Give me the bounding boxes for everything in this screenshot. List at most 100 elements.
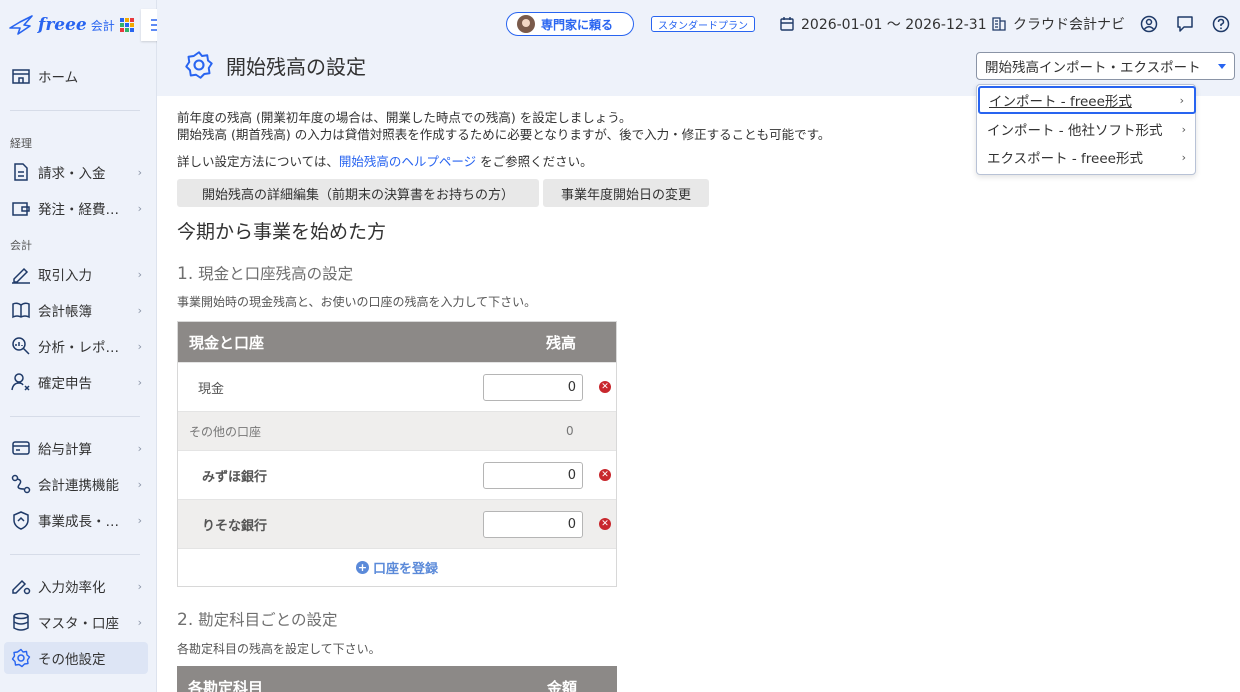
chevron-right-icon: › xyxy=(137,579,142,593)
detail-edit-button[interactable]: 開始残高の詳細編集（前期末の決算書をお持ちの方） xyxy=(177,179,539,207)
menu-item-export-freee[interactable]: エクスポート - freee形式 › xyxy=(978,143,1196,171)
menu-item-import-freee[interactable]: インポート - freee形式 › xyxy=(978,86,1196,114)
col-amount: 金額 xyxy=(547,679,578,692)
intro-line-2: 開始残高 (期首残高) の入力は貸借対照表を作成するために必要となりますが、後で… xyxy=(177,127,831,142)
chevron-right-icon: › xyxy=(137,375,142,389)
sidebar-item-other-settings[interactable]: その他設定 xyxy=(4,642,148,674)
chevron-right-icon: › xyxy=(137,441,142,455)
freee-logo[interactable]: freee 会計 xyxy=(8,10,134,40)
import-export-select-label: 開始残高インポート・エクスポート xyxy=(985,60,1201,76)
logo-dot xyxy=(124,23,129,27)
sidebar-divider xyxy=(10,554,140,555)
import-export-menu: インポート - freee形式 › インポート - 他社ソフト形式 › エクスポ… xyxy=(976,84,1196,175)
logo-dot xyxy=(129,23,134,27)
chevron-right-icon: › xyxy=(137,615,142,629)
register-account-button[interactable]: + 口座を登録 xyxy=(178,548,616,586)
bank-name: りそな銀行 xyxy=(202,518,268,534)
sidebar-item-label: ホーム xyxy=(38,70,79,86)
sidebar-item-label: 分析・レポ… xyxy=(38,340,119,356)
change-fiscal-start-button[interactable]: 事業年度開始日の変更 xyxy=(543,179,709,207)
col-account-items: 各勘定科目 xyxy=(188,679,264,692)
sidebar-item-integration[interactable]: 会計連携機能 › xyxy=(4,468,148,500)
step2-title: 2. 勘定科目ごとの設定 xyxy=(177,608,338,630)
sidebar-item-transactions[interactable]: 取引入力 › xyxy=(4,258,148,290)
sidebar-item-label: 請求・入金 xyxy=(38,166,106,182)
table-row-other-accounts: その他の口座 0 xyxy=(178,411,616,450)
database-icon xyxy=(10,611,32,633)
caret-down-icon xyxy=(1218,63,1226,69)
chat-icon[interactable] xyxy=(1175,14,1195,34)
menu-item-import-other[interactable]: インポート - 他社ソフト形式 › xyxy=(978,115,1196,143)
help-suffix: をご参照ください。 xyxy=(480,154,593,169)
user-tax-icon xyxy=(10,371,32,393)
cloud-navi-link[interactable]: クラウド会計ナビ xyxy=(991,14,1125,34)
header: 専門家に頼る スタンダードプラン 2026-01-01 〜 2026-12-31… xyxy=(157,0,1240,96)
logo-dot xyxy=(124,18,129,22)
logo-dots xyxy=(119,18,134,32)
navi-label: クラウド会計ナビ xyxy=(1013,17,1125,33)
fiscal-period[interactable]: 2026-01-01 〜 2026-12-31 xyxy=(779,14,987,34)
account-items-table-header: 各勘定科目 金額 xyxy=(177,666,617,692)
sidebar-item-analysis[interactable]: 分析・レポ… › xyxy=(4,330,148,362)
sidebar-item-label: 取引入力 xyxy=(38,268,92,284)
sidebar-item-invoice[interactable]: 請求・入金 › xyxy=(4,156,148,188)
navi-book-icon xyxy=(992,17,1006,31)
plus-circle-icon: + xyxy=(355,561,369,574)
delete-icon[interactable]: ✕ xyxy=(599,518,611,530)
chevron-right-icon: › xyxy=(137,303,142,317)
help-text: 詳しい設定方法については、開始残高のヘルプページ をご参照ください。 xyxy=(177,151,593,170)
other-accounts-label: その他の口座 xyxy=(189,424,262,439)
delete-icon[interactable]: ✕ xyxy=(599,469,611,481)
cash-balance-input[interactable]: 0 xyxy=(483,373,583,401)
sidebar-item-tax-return[interactable]: 確定申告 › xyxy=(4,366,148,398)
page-title: 開始残高の設定 xyxy=(184,50,366,80)
chevron-right-icon: › xyxy=(137,339,142,353)
sidebar-item-label: 会計帳簿 xyxy=(38,304,92,320)
book-icon xyxy=(10,299,32,321)
section-title: 今期から事業を始めた方 xyxy=(177,221,387,243)
register-account-label: 口座を登録 xyxy=(372,562,438,577)
sidebar-item-growth[interactable]: 事業成長・… › xyxy=(4,504,148,536)
account-icon[interactable] xyxy=(1139,14,1159,34)
fiscal-period-text: 2026-01-01 〜 2026-12-31 xyxy=(801,17,987,33)
sidebar-item-label: 確定申告 xyxy=(38,376,92,392)
cash-accounts-table: 現金と口座 残高 現金 0 ✕ その他の口座 0 みずほ銀行 0 ✕ りそな銀行… xyxy=(177,321,617,587)
table-row-bank: みずほ銀行 0 ✕ xyxy=(178,450,616,499)
step1-title: 1. 現金と口座残高の設定 xyxy=(177,262,353,284)
step1-desc: 事業開始時の現金残高と、お使いの口座の残高を入力して下さい。 xyxy=(177,295,537,309)
sidebar-item-ledger[interactable]: 会計帳簿 › xyxy=(4,294,148,326)
page-title-text: 開始残高の設定 xyxy=(226,54,366,79)
sidebar-section-keiri: 経理 xyxy=(10,137,32,150)
chevron-right-icon: › xyxy=(137,201,142,215)
sidebar-item-master[interactable]: マスタ・口座 › xyxy=(4,606,148,638)
help-page-link[interactable]: 開始残高のヘルプページ xyxy=(339,154,476,169)
main-content: 前年度の残高 (開業初年度の場合は、開業した時点での残高) を設定しましょう。 … xyxy=(157,96,1240,692)
sidebar-item-label: 給与計算 xyxy=(38,442,92,458)
sidebar-item-efficiency[interactable]: 入力効率化 › xyxy=(4,570,148,602)
logo-brand: freee xyxy=(38,15,87,35)
pen-icon xyxy=(10,263,32,285)
bank-balance-input[interactable]: 0 xyxy=(483,461,583,489)
ask-expert-label: 専門家に頼る xyxy=(541,17,614,32)
import-export-select[interactable]: 開始残高インポート・エクスポート xyxy=(976,52,1235,80)
freee-bird-icon xyxy=(9,15,33,35)
menu-item-label: エクスポート - freee形式 xyxy=(987,151,1143,167)
sidebar-item-purchase[interactable]: 発注・経費… › xyxy=(4,192,148,224)
ask-expert-button[interactable]: 専門家に頼る xyxy=(506,12,634,36)
help-prefix: 詳しい設定方法については、 xyxy=(177,154,339,169)
logo-dot xyxy=(124,28,129,32)
step1-title-text: 現金と口座残高の設定 xyxy=(198,265,354,283)
chevron-right-icon: › xyxy=(137,267,142,281)
table-row-cash: 現金 0 ✕ xyxy=(178,362,616,411)
plan-badge[interactable]: スタンダードプラン xyxy=(651,16,755,32)
logo-dot xyxy=(119,28,124,32)
bank-balance-input[interactable]: 0 xyxy=(483,510,583,538)
chevron-right-icon: › xyxy=(137,513,142,527)
step1-number: 1. xyxy=(177,264,194,284)
logo-dot xyxy=(129,18,134,22)
sidebar-item-payroll[interactable]: 給与計算 › xyxy=(4,432,148,464)
step2-desc: 各勘定科目の残高を設定して下さい。 xyxy=(177,642,381,656)
help-icon[interactable] xyxy=(1211,14,1231,34)
delete-icon[interactable]: ✕ xyxy=(599,381,611,393)
sidebar-item-home[interactable]: ホーム xyxy=(4,60,148,92)
